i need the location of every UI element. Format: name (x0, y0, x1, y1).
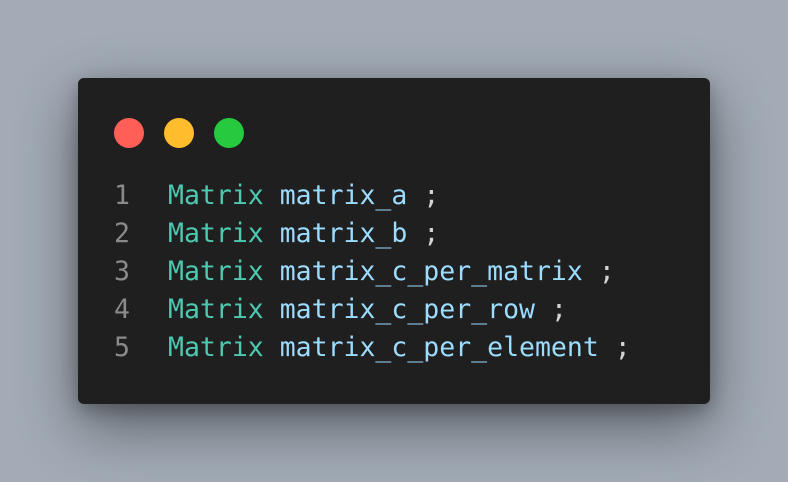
code-line: 1 Matrix matrix_a ; (114, 177, 631, 215)
semicolon: ; (614, 332, 631, 363)
type-keyword: Matrix (168, 332, 264, 363)
semicolon: ; (423, 218, 440, 249)
code-window: 1 Matrix matrix_a ; 2 Matrix matrix_b ; 3 M… (78, 78, 710, 404)
code-line: 4 Matrix matrix_c_per_row ; (114, 291, 631, 329)
close-dot-icon[interactable] (114, 118, 144, 148)
type-keyword: Matrix (168, 180, 264, 211)
line-number: 1 (114, 180, 130, 211)
type-keyword: Matrix (168, 256, 264, 287)
variable-name: matrix_c_per_row (279, 294, 535, 325)
line-number: 2 (114, 218, 130, 249)
minimize-dot-icon[interactable] (164, 118, 194, 148)
semicolon: ; (550, 294, 567, 325)
line-number: 3 (114, 256, 130, 287)
variable-name: matrix_b (279, 218, 408, 249)
code-line: 5 Matrix matrix_c_per_element ; (114, 329, 631, 367)
type-keyword: Matrix (168, 218, 264, 249)
variable-name: matrix_a (279, 180, 408, 211)
semicolon: ; (598, 256, 615, 287)
type-keyword: Matrix (168, 294, 264, 325)
maximize-dot-icon[interactable] (214, 118, 244, 148)
code-line: 2 Matrix matrix_b ; (114, 215, 631, 253)
semicolon: ; (423, 180, 440, 211)
line-number: 5 (114, 332, 130, 363)
code-block: 1 Matrix matrix_a ; 2 Matrix matrix_b ; 3 M… (114, 177, 631, 367)
variable-name: matrix_c_per_element (279, 332, 599, 363)
line-number: 4 (114, 294, 130, 325)
code-line: 3 Matrix matrix_c_per_matrix ; (114, 253, 631, 291)
variable-name: matrix_c_per_matrix (279, 256, 583, 287)
